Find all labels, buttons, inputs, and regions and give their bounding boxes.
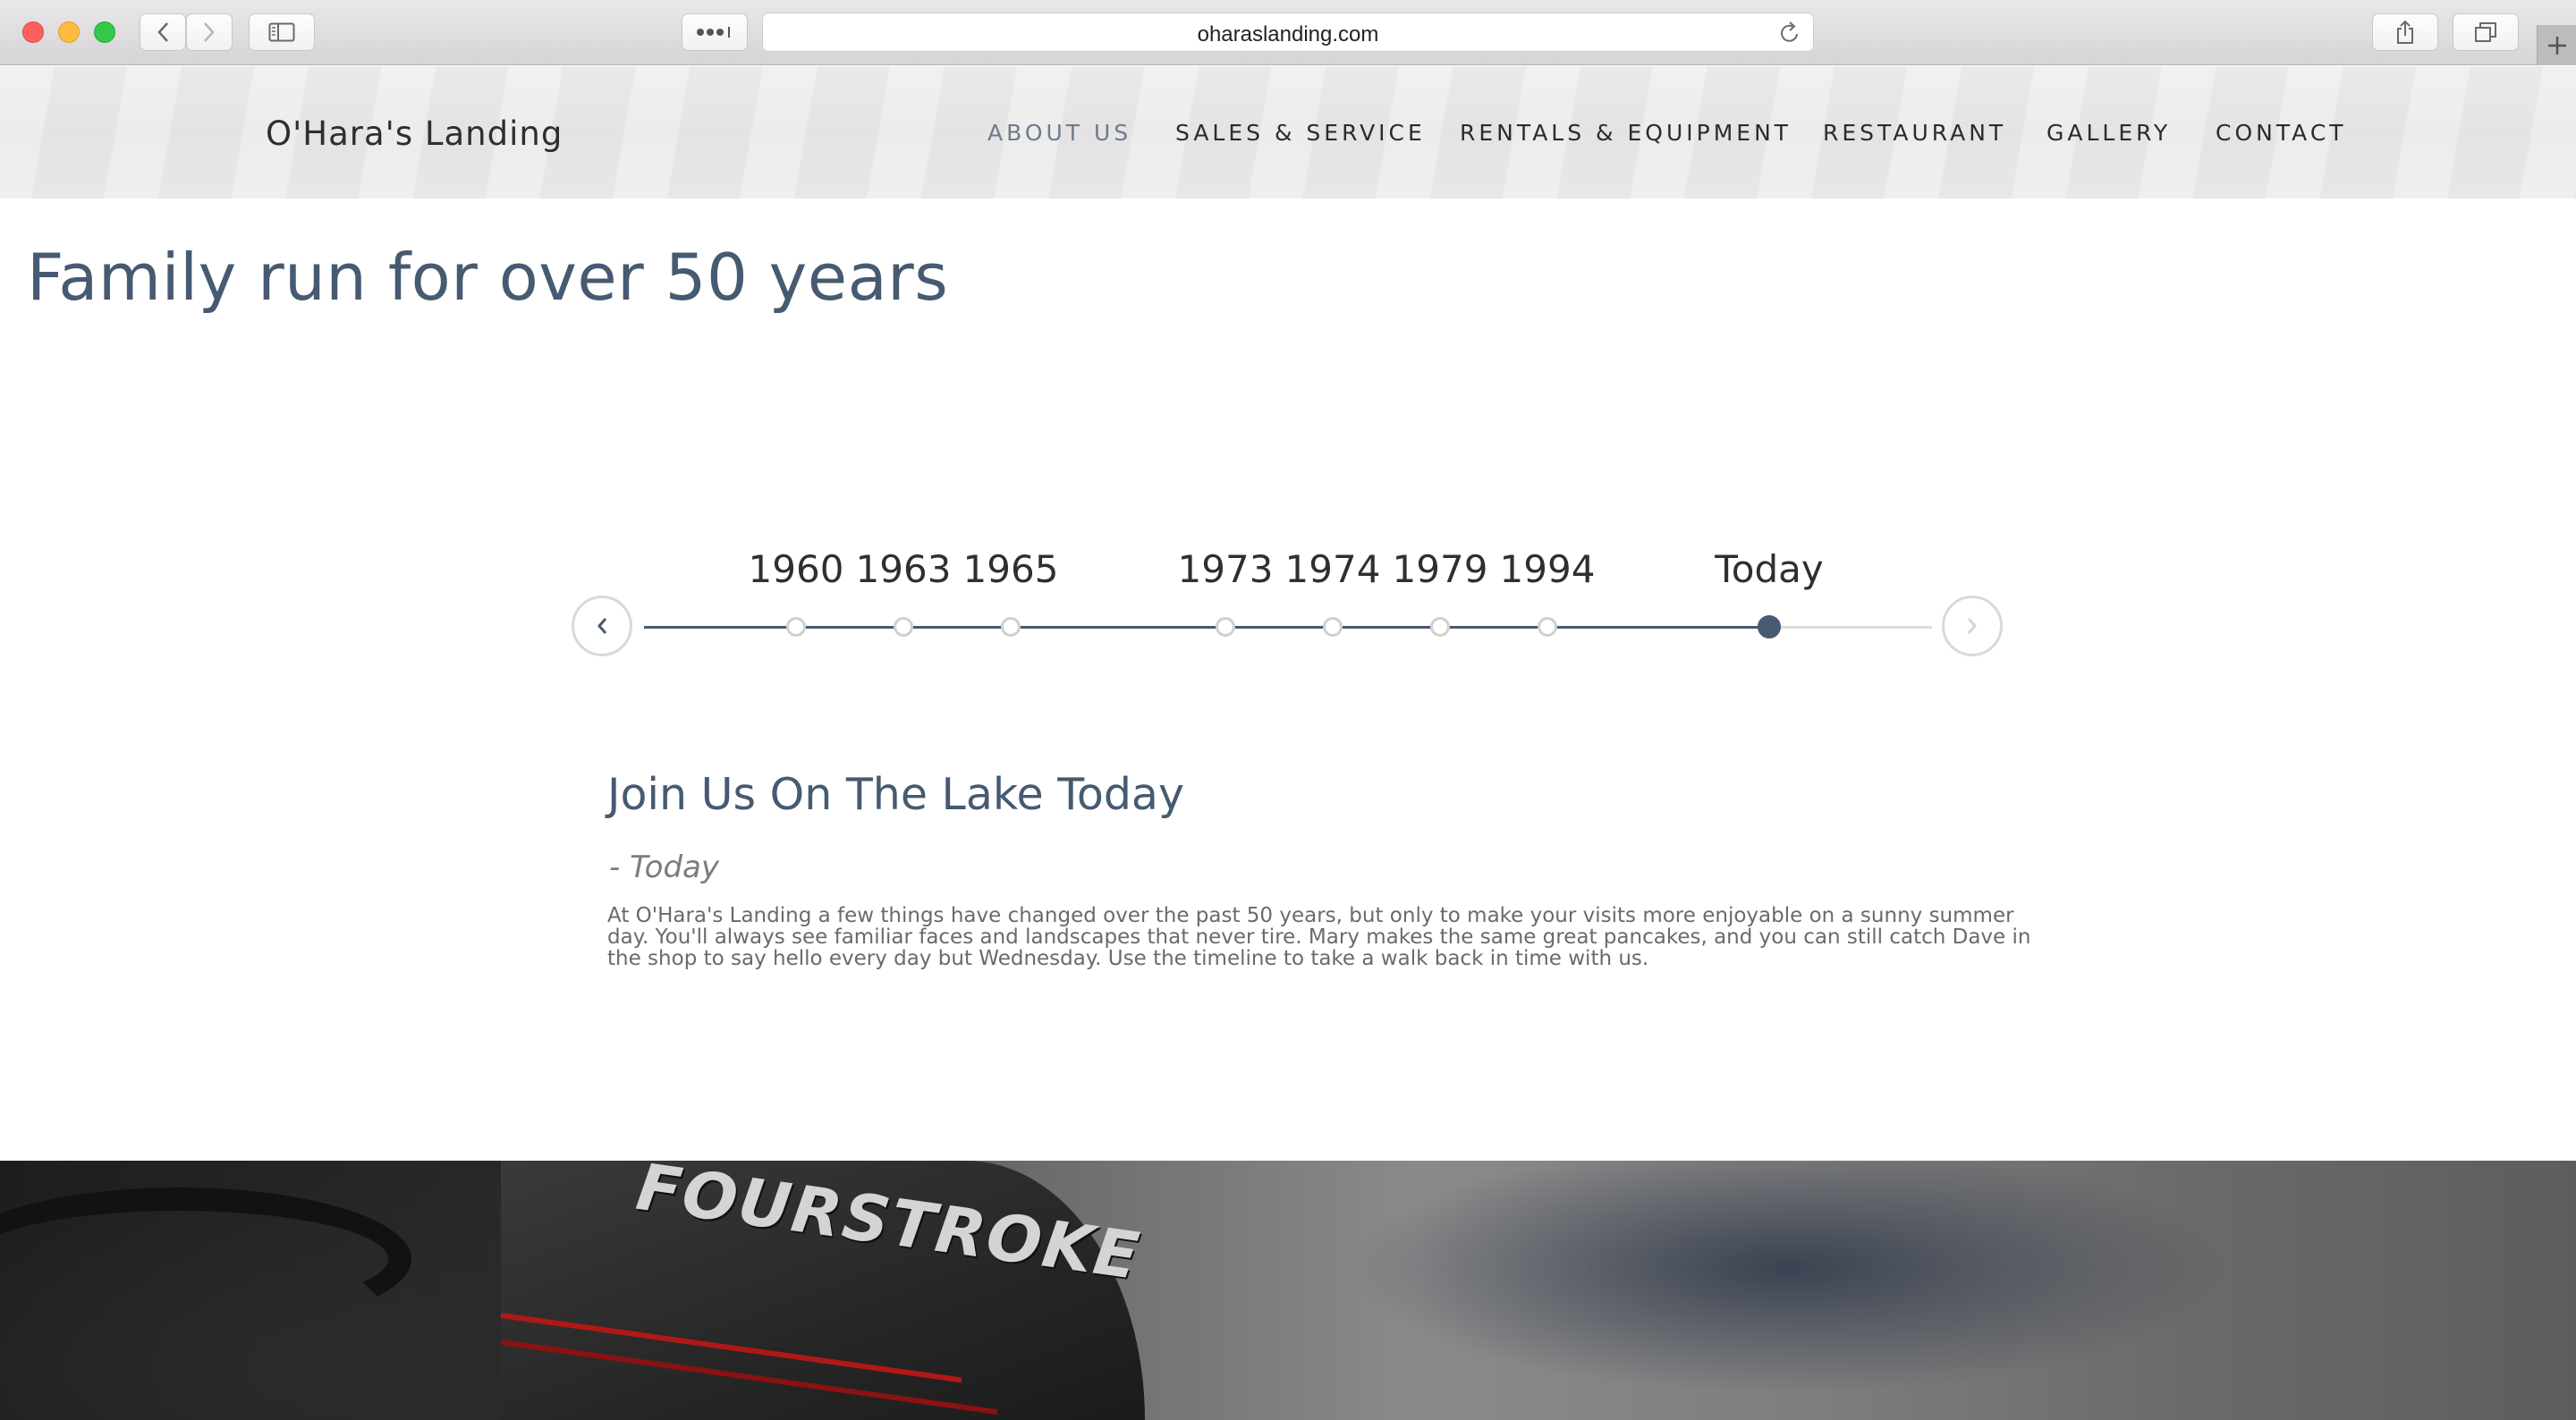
photo-engine-cowling: FOURSTROKE — [500, 1161, 1145, 1420]
timeline-dot-1979[interactable] — [1430, 617, 1450, 637]
chevron-right-icon — [204, 22, 215, 42]
nav-sales-service[interactable]: SALES & SERVICE — [1175, 120, 1426, 146]
sidebar-toggle-button[interactable] — [249, 13, 315, 51]
share-icon — [2397, 20, 2413, 44]
event-description: At O'Hara's Landing a few things have ch… — [607, 904, 2031, 970]
extensions-button[interactable] — [682, 13, 748, 51]
share-button[interactable] — [2372, 13, 2438, 51]
url-text: oharaslanding.com — [1197, 22, 1379, 46]
nav-gallery[interactable]: GALLERY — [2046, 120, 2171, 146]
timeline-next-button[interactable] — [1942, 596, 2003, 656]
timeline-year-1963[interactable]: 1963 — [841, 547, 966, 591]
chevron-left-icon — [157, 22, 168, 42]
tab-overview-button[interactable] — [2453, 13, 2519, 51]
nav-restaurant[interactable]: RESTAURANT — [1823, 120, 2006, 146]
page-title: Family run for over 50 years — [27, 240, 949, 315]
engine-brand-text: FOURSTROKE — [631, 1161, 1145, 1295]
timeline-dot-1960[interactable] — [786, 617, 806, 637]
chevron-right-icon — [1967, 618, 1977, 634]
timeline-track-line — [1769, 626, 1932, 629]
plus-icon — [2547, 36, 2566, 55]
timeline-dot-1974[interactable] — [1323, 617, 1343, 637]
timeline-dot-today[interactable] — [1758, 615, 1781, 638]
timeline-dot-1994[interactable] — [1538, 617, 1557, 637]
forward-button[interactable] — [186, 13, 233, 51]
timeline-year-1994[interactable]: 1994 — [1485, 547, 1610, 591]
browser-toolbar: oharaslanding.com — [0, 0, 2576, 65]
more-dots-icon — [697, 27, 730, 38]
reload-button[interactable] — [1779, 21, 1801, 48]
hero-photo-outboard-motor: FOURSTROKE — [0, 1161, 2576, 1420]
reload-icon — [1781, 21, 1798, 42]
sidebar-icon — [268, 22, 295, 42]
back-button[interactable] — [140, 13, 186, 51]
timeline-year-1965[interactable]: 1965 — [948, 547, 1073, 591]
timeline-progress-line — [644, 626, 1769, 629]
event-date: - Today — [609, 849, 719, 885]
main-nav: ABOUT US SALES & SERVICE RENTALS & EQUIP… — [0, 120, 2576, 156]
timeline-year-1979[interactable]: 1979 — [1377, 547, 1503, 591]
minimize-window-button[interactable] — [58, 21, 80, 43]
address-bar[interactable]: oharaslanding.com — [762, 13, 1814, 52]
photo-handle-shape — [0, 1188, 411, 1331]
nav-about-us[interactable]: ABOUT US — [987, 120, 1131, 146]
timeline-dot-1963[interactable] — [894, 617, 913, 637]
timeline-year-1960[interactable]: 1960 — [733, 547, 859, 591]
timeline-year-1973[interactable]: 1973 — [1163, 547, 1288, 591]
fullscreen-window-button[interactable] — [94, 21, 115, 43]
timeline-dot-1965[interactable] — [1001, 617, 1021, 637]
event-title: Join Us On The Lake Today — [607, 769, 1184, 820]
chevron-left-icon — [597, 618, 607, 634]
nav-contact[interactable]: CONTACT — [2216, 120, 2347, 146]
timeline-prev-button[interactable] — [572, 596, 632, 656]
site-header: O'Hara's Landing ABOUT US SALES & SERVIC… — [0, 66, 2576, 199]
nav-rentals-equipment[interactable]: RENTALS & EQUIPMENT — [1460, 120, 1792, 146]
close-window-button[interactable] — [22, 21, 44, 43]
timeline-year-1974[interactable]: 1974 — [1270, 547, 1395, 591]
timeline-dot-1973[interactable] — [1216, 617, 1235, 637]
tabs-icon — [2475, 22, 2496, 42]
timeline-year-today[interactable]: Today — [1707, 547, 1832, 591]
new-tab-button[interactable] — [2537, 25, 2576, 65]
